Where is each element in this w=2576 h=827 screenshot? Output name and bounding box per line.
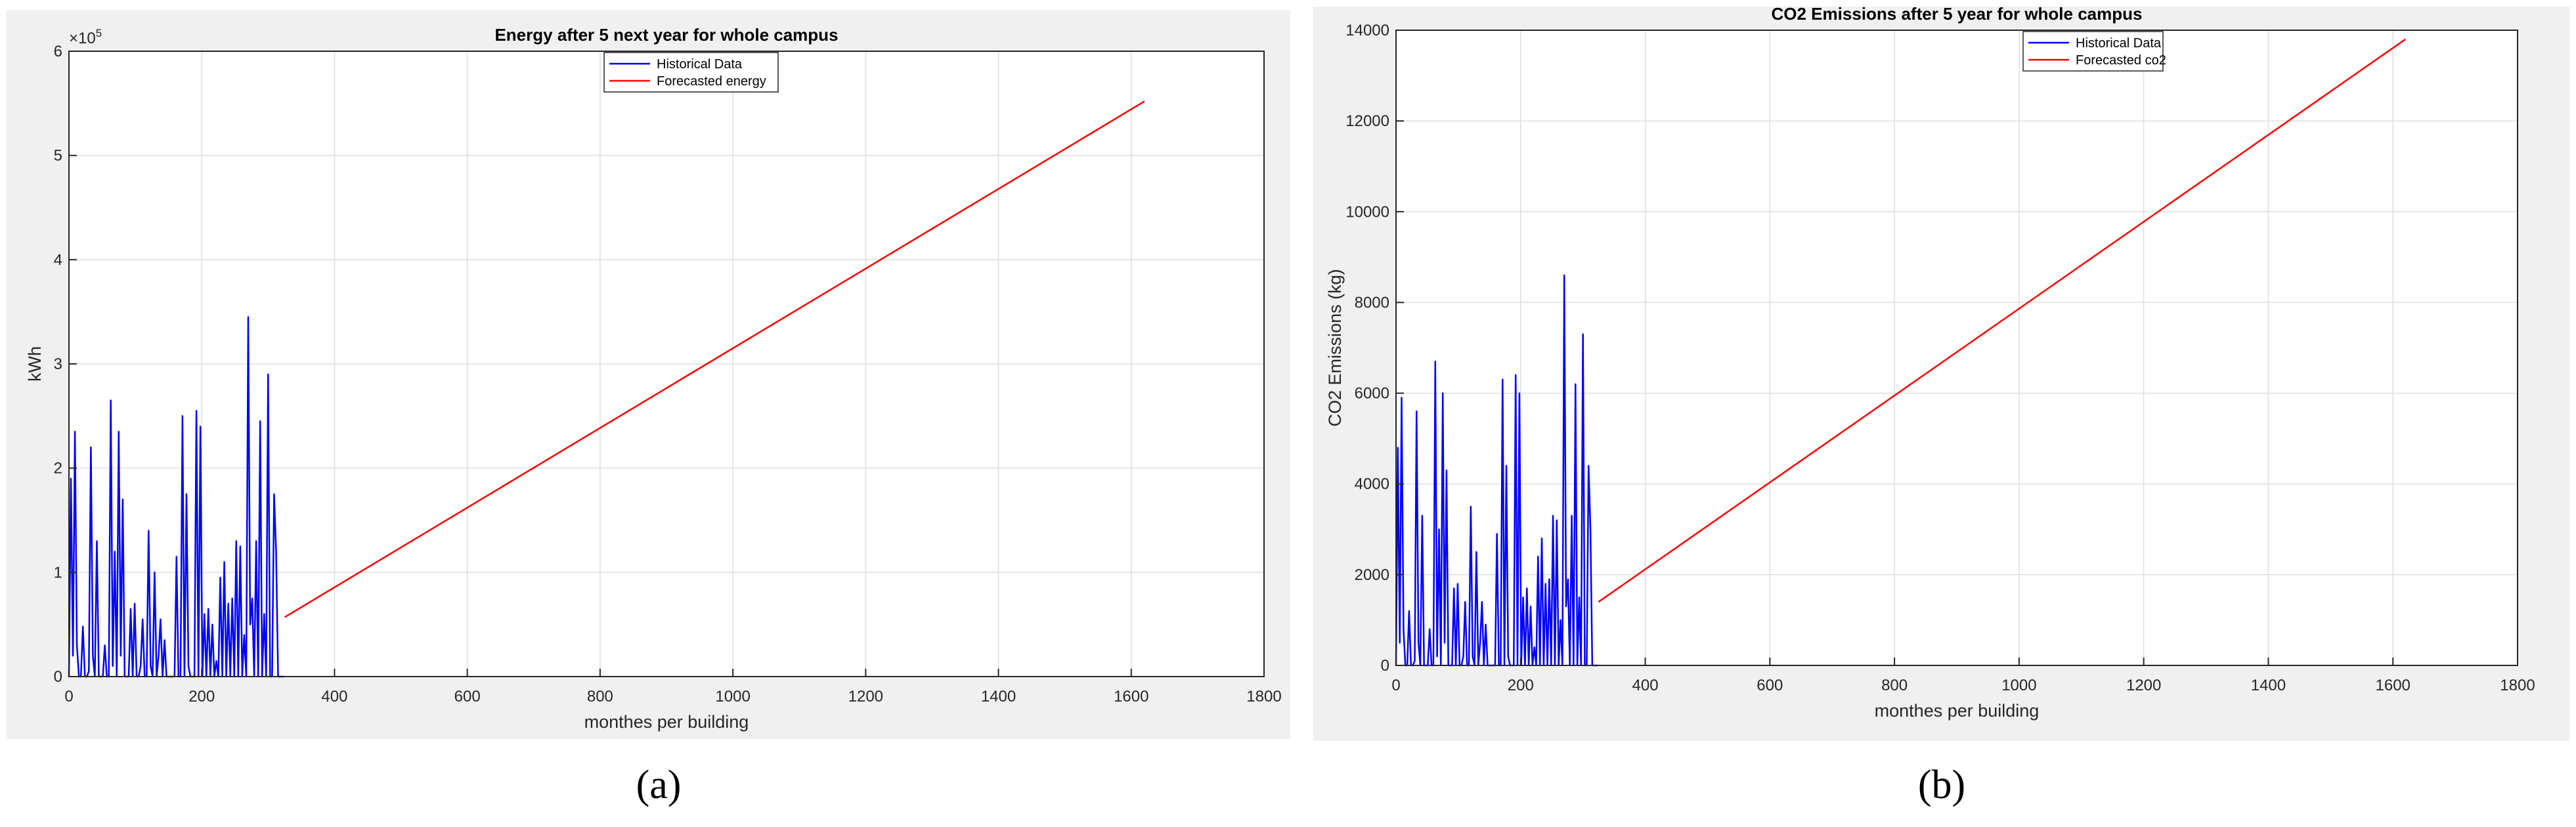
y-exponent-label: ×105 [69, 27, 102, 47]
x-axis-label: monthes per building [1875, 701, 2040, 721]
x-tick-label: 800 [587, 688, 613, 705]
x-tick-label: 800 [1881, 677, 1908, 694]
y-tick-label: 3 [54, 355, 62, 373]
x-tick-label: 1200 [848, 688, 883, 705]
x-tick-label: 0 [1391, 677, 1400, 694]
y-tick-label: 4000 [1355, 476, 1389, 493]
x-tick-label: 0 [64, 688, 73, 705]
y-tick-label: 6000 [1355, 385, 1389, 403]
x-axis-label: monthes per building [584, 712, 749, 732]
energy-chart: 0 200 400 600 800 1000 1200 1400 1600 1800 0 1 2 3 4 5 6… [25, 25, 1282, 732]
x-tick-label: 400 [321, 688, 347, 705]
y-axis-label: CO2 Emissions (kg) [1325, 269, 1345, 426]
x-tick-label: 1200 [2126, 677, 2161, 694]
chart-panel-co2: 0 200 400 600 800 1000 1200 1400 1600 1800 0 2000 40… [1313, 7, 2569, 741]
y-tick-label: 12000 [1345, 112, 1389, 130]
x-tick-label: 1400 [981, 688, 1016, 705]
x-tick-label: 1600 [1114, 688, 1148, 705]
legend: Historical Data Forecasted energy [603, 52, 779, 93]
y-tick-label: 10000 [1345, 203, 1389, 221]
y-tick-label: 2000 [1355, 566, 1389, 584]
x-tick-label: 1400 [2251, 677, 2286, 694]
chart-panel-energy: 0 200 400 600 800 1000 1200 1400 1600 1800 0 1 2 3 4 5 6… [7, 10, 1290, 739]
chart-title: Energy after 5 next year for whole campu… [494, 25, 838, 45]
x-tick-label: 1800 [1246, 688, 1281, 705]
chart-title: CO2 Emissions after 5 year for whole cam… [1772, 7, 2143, 24]
co2-chart: 0 200 400 600 800 1000 1200 1400 1600 1800 0 2000 40… [1325, 7, 2535, 721]
y-tick-label: 6 [54, 43, 62, 60]
y-exponent-value: 5 [96, 27, 102, 39]
x-tick-label: 400 [1632, 677, 1659, 694]
legend-label: Forecasted co2 [2076, 53, 2166, 68]
legend-label: Historical Data [2076, 36, 2162, 51]
y-tick-label: 0 [1381, 657, 1389, 675]
y-tick-label: 2 [54, 460, 62, 478]
x-tick-label: 1800 [2500, 677, 2535, 694]
legend: Historical Data Forecasted co2 [2022, 31, 2166, 72]
y-tick-label: 0 [54, 668, 62, 686]
x-tick-label: 600 [1757, 677, 1783, 694]
x-tick-label: 600 [454, 688, 481, 705]
caption-b: (b) [1917, 763, 1966, 807]
y-tick-label: 4 [54, 251, 62, 269]
x-tick-label: 1000 [2001, 677, 2036, 694]
y-tick-label: 8000 [1355, 294, 1389, 311]
x-tick-label: 1000 [715, 688, 750, 705]
legend-label: Historical Data [657, 57, 743, 72]
x-tick-label: 200 [1508, 677, 1534, 694]
x-tick-label: 1600 [2376, 677, 2411, 694]
x-tick-label: 200 [188, 688, 215, 705]
y-tick-label: 1 [54, 564, 62, 581]
caption-a: (a) [636, 763, 682, 807]
y-axis-label: kWh [25, 346, 45, 382]
y-tick-label: 14000 [1345, 22, 1389, 39]
legend-label: Forecasted energy [657, 74, 766, 89]
y-tick-label: 5 [54, 147, 62, 165]
